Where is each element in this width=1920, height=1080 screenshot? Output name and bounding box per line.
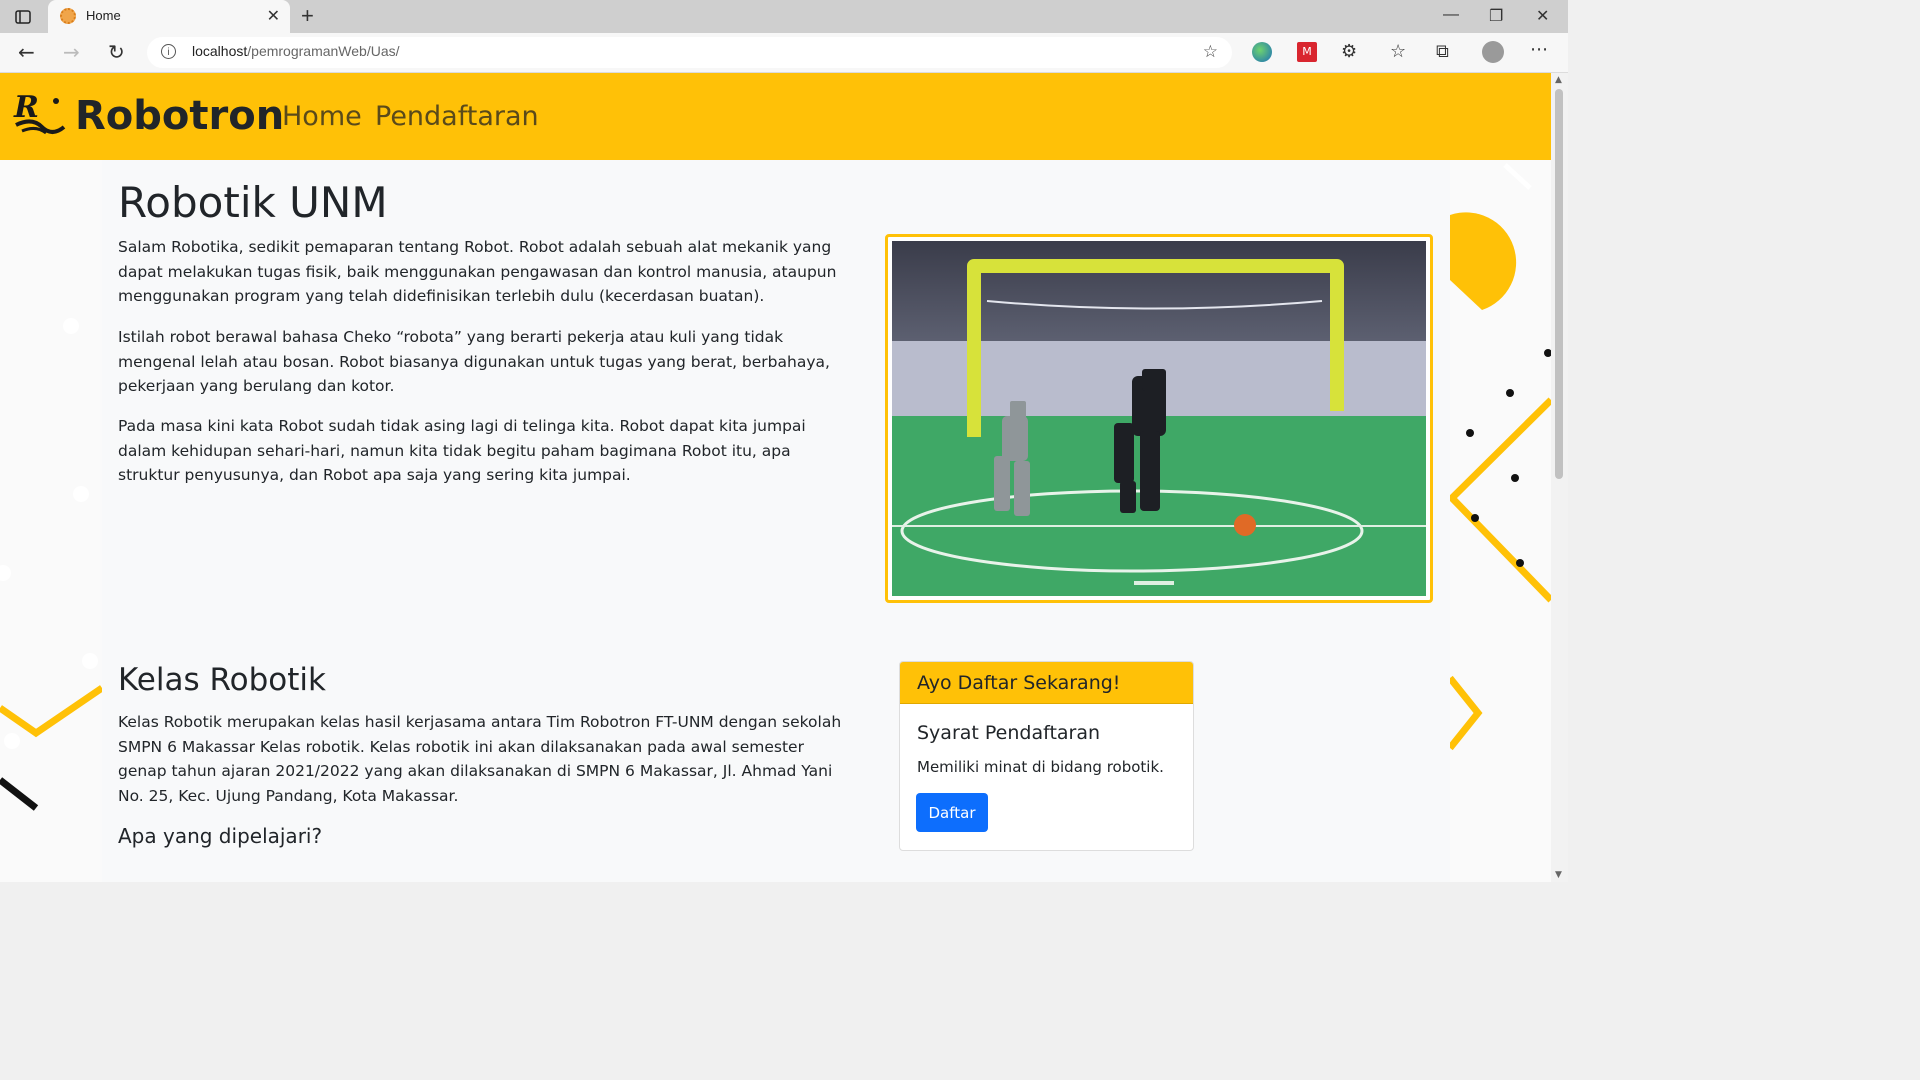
address-bar[interactable]: i localhost/pemrogramanWeb/Uas/ ☆: [147, 37, 1232, 68]
nav-link-pendaftaran[interactable]: Pendaftaran: [375, 101, 539, 132]
favorite-add-icon[interactable]: ☆: [1203, 42, 1218, 62]
page-viewport: R Robotron Home Pendaftaran Robotik UNM …: [0, 73, 1551, 882]
url-path: /pemrogramanWeb/Uas/: [247, 43, 400, 59]
registration-card: Ayo Daftar Sekarang! Syarat Pendaftaran …: [899, 661, 1194, 851]
robot-soccer-image: [892, 241, 1426, 596]
card-text: Memiliki minat di bidang robotik.: [917, 758, 1164, 776]
scroll-thumb[interactable]: [1555, 89, 1563, 479]
card-header: Ayo Daftar Sekarang!: [900, 662, 1193, 704]
intro-paragraph-3: Pada masa kini kata Robot sudah tidak as…: [118, 417, 806, 484]
profile-icon[interactable]: [1482, 41, 1504, 63]
site-navbar: R Robotron Home Pendaftaran: [0, 73, 1551, 160]
forward-icon[interactable]: →: [63, 40, 80, 64]
intro-paragraph-1: Salam Robotika, sedikit pemaparan tentan…: [118, 238, 837, 305]
favicon-icon: [60, 8, 76, 24]
kelas-paragraph: Kelas Robotik merupakan kelas hasil kerj…: [118, 713, 842, 805]
minimize-button[interactable]: —: [1443, 6, 1459, 24]
kelas-subheading: Apa yang dipelajari?: [118, 824, 323, 848]
globe-extension-icon[interactable]: [1252, 42, 1272, 62]
hero-image-frame: [885, 234, 1433, 603]
kelas-title: Kelas Robotik: [118, 662, 326, 698]
new-tab-button[interactable]: +: [301, 3, 314, 29]
sidebar-toggle-icon[interactable]: [14, 8, 32, 26]
main-container: Robotik UNM Salam Robotika, sedikit pema…: [102, 160, 1450, 882]
close-icon[interactable]: ✕: [267, 6, 280, 25]
page-title: Robotik UNM: [118, 178, 388, 227]
browser-tab-home[interactable]: Home ✕: [48, 0, 290, 33]
card-title: Syarat Pendaftaran: [917, 722, 1101, 744]
robotron-logo-icon[interactable]: R: [12, 87, 66, 137]
url-host: localhost: [192, 43, 248, 59]
reload-icon[interactable]: ↻: [108, 40, 125, 64]
nav-link-home[interactable]: Home: [282, 101, 362, 132]
window-close-button[interactable]: ✕: [1536, 6, 1549, 26]
tab-title: Home: [86, 8, 121, 23]
back-icon[interactable]: ←: [18, 40, 35, 64]
scroll-down-icon[interactable]: ▼: [1555, 870, 1562, 880]
scroll-up-icon[interactable]: ▲: [1555, 75, 1562, 85]
card-header-text: Ayo Daftar Sekarang!: [917, 672, 1121, 694]
info-icon[interactable]: i: [161, 44, 176, 59]
extensions-icon[interactable]: ⚙: [1341, 41, 1357, 62]
page-scrollbar[interactable]: ▲ ▼: [1551, 73, 1568, 882]
favorites-icon[interactable]: ☆: [1390, 41, 1406, 62]
more-icon[interactable]: ⋯: [1530, 39, 1549, 60]
daftar-button[interactable]: Daftar: [916, 793, 988, 832]
browser-toolbar: ← → ↻ i localhost/pemrogramanWeb/Uas/ ☆ …: [0, 33, 1568, 73]
restore-button[interactable]: ❐: [1489, 6, 1503, 26]
collections-icon[interactable]: ⧉: [1436, 41, 1449, 62]
intro-paragraph-2: Istilah robot berawal bahasa Cheko “robo…: [118, 328, 830, 395]
brand-name[interactable]: Robotron: [75, 93, 284, 139]
url-text[interactable]: localhost/pemrogramanWeb/Uas/: [192, 43, 400, 59]
browser-tab-bar: Home ✕ + — ❐ ✕: [0, 0, 1568, 33]
red-extension-icon[interactable]: M: [1297, 42, 1317, 62]
